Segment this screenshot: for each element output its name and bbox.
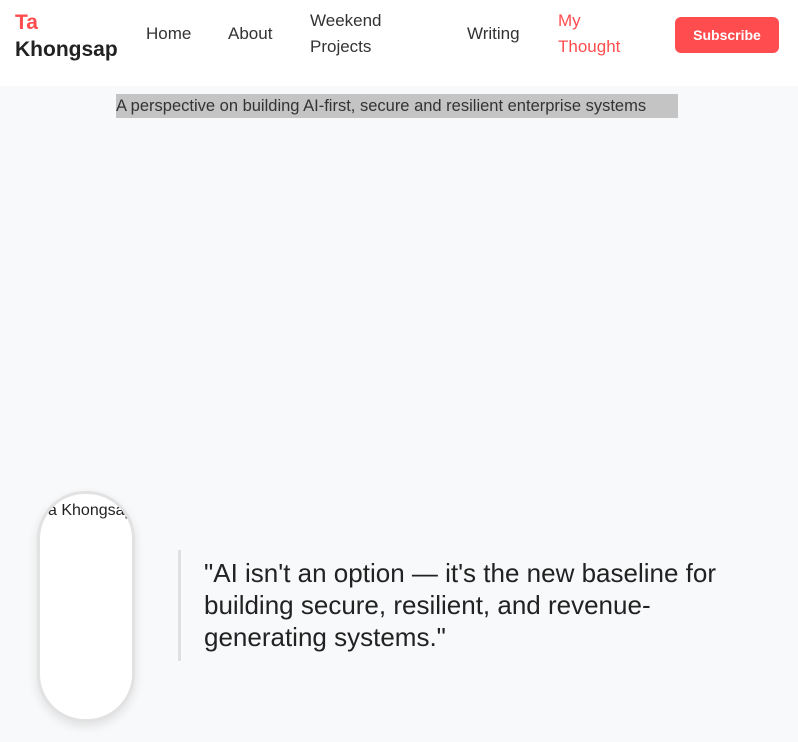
- hero-tagline: A perspective on building AI-first, secu…: [116, 94, 678, 118]
- page: Ta Khongsap Home About Weekend Projects …: [0, 0, 798, 742]
- nav-writing[interactable]: Writing: [467, 21, 520, 47]
- avatar-alt-text: Ta Khongsap: [40, 502, 134, 519]
- featured-quote: "AI isn't an option — it's the new basel…: [204, 558, 716, 652]
- quote-divider: [178, 550, 181, 661]
- nav-weekend-projects[interactable]: Weekend Projects: [310, 8, 410, 60]
- logo-last-name: Khongsap: [15, 38, 118, 61]
- nav-my-thought[interactable]: My Thought: [558, 8, 638, 60]
- profile-avatar: Ta Khongsap: [37, 491, 135, 722]
- logo-first-name: Ta: [15, 11, 38, 34]
- nav-about[interactable]: About: [228, 21, 272, 47]
- site-logo[interactable]: Ta Khongsap: [15, 9, 118, 63]
- site-header: Ta Khongsap Home About Weekend Projects …: [0, 0, 798, 86]
- subscribe-button[interactable]: Subscribe: [675, 17, 779, 53]
- nav-home[interactable]: Home: [146, 21, 191, 47]
